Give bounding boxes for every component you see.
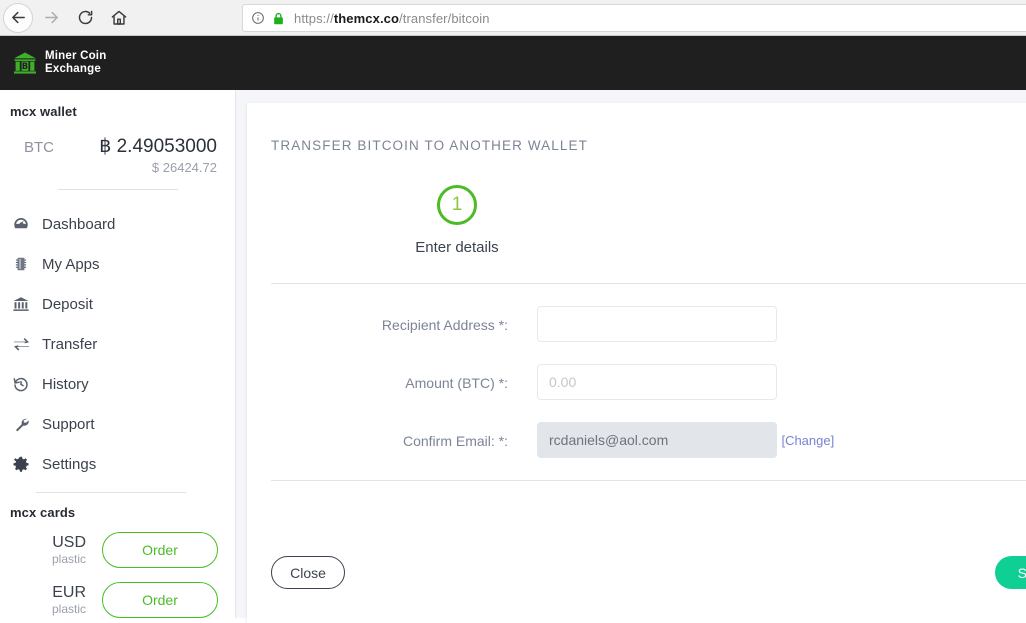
bank-bitcoin-icon: B <box>12 50 38 76</box>
sidebar-divider-top <box>58 189 178 190</box>
step-indicator-1: 1 <box>437 185 477 225</box>
back-button[interactable] <box>0 1 34 35</box>
brand-line-2: Exchange <box>45 63 106 76</box>
sidebar-item-label: Dashboard <box>42 216 115 233</box>
form-row-recipient: Recipient Address *: <box>247 306 1026 342</box>
back-button-ring[interactable] <box>3 3 33 33</box>
dashboard-gauge-icon <box>10 214 32 234</box>
form-row-email: Confirm Email: *: [Change] <box>247 422 1026 458</box>
brand-logo[interactable]: B Miner Coin Exchange <box>12 50 106 76</box>
confirm-email-label: Confirm Email: *: <box>247 422 508 449</box>
close-button[interactable]: Close <box>271 556 345 589</box>
arrow-right-icon <box>43 9 60 26</box>
history-clock-icon <box>10 374 32 394</box>
order-card-usd-button[interactable]: Order <box>102 532 218 568</box>
card-labels-eur: EUR plastic <box>38 584 86 616</box>
card-currency: USD <box>38 534 86 552</box>
padlock-icon[interactable] <box>272 11 285 26</box>
card-row-eur: EUR plastic Order <box>0 582 235 618</box>
amount-input[interactable] <box>537 364 777 400</box>
address-bar[interactable]: https://themcx.co/transfer/bitcoin <box>242 4 1026 32</box>
divider-top <box>271 283 1026 284</box>
reload-icon <box>77 9 94 26</box>
transfer-form: Recipient Address *: Amount (BTC) *: Con… <box>247 306 1026 458</box>
wallet-section-title: mcx wallet <box>10 104 235 119</box>
page-title: TRANSFER BITCOIN TO ANOTHER WALLET <box>271 138 1026 153</box>
sidebar-item-label: Settings <box>42 456 96 473</box>
url-scheme: https:// <box>294 11 334 26</box>
amount-label: Amount (BTC) *: <box>247 364 508 391</box>
arrow-left-icon <box>10 9 27 26</box>
recipient-address-input[interactable] <box>537 306 777 342</box>
form-actions: Close Send <box>247 543 1026 613</box>
brand-text: Miner Coin Exchange <box>45 50 106 76</box>
balance-btc-amount: ฿ 2.49053000 <box>99 135 217 158</box>
wallet-balance: BTC ฿ 2.49053000 $ 26424.72 <box>0 135 235 175</box>
sidebar-item-transfer[interactable]: Transfer <box>0 324 235 364</box>
confirm-email-input <box>537 422 777 458</box>
sidebar-item-label: History <box>42 376 89 393</box>
sidebar-item-my-apps[interactable]: My Apps <box>0 244 235 284</box>
stepper: 1 Enter details <box>247 185 667 256</box>
sidebar-item-label: Transfer <box>42 336 97 353</box>
exchange-arrows-icon <box>10 334 32 354</box>
sidebar-divider-cards <box>36 492 186 493</box>
app-header: B Miner Coin Exchange <box>0 36 1026 90</box>
card-labels-usd: USD plastic <box>38 534 86 566</box>
transfer-card: TRANSFER BITCOIN TO ANOTHER WALLET 1 Ent… <box>247 103 1026 623</box>
home-icon <box>110 9 128 27</box>
btc-symbol: ฿ <box>99 136 111 157</box>
card-type: plastic <box>38 602 86 616</box>
url-text: https://themcx.co/transfer/bitcoin <box>294 11 490 26</box>
divider-bottom <box>271 480 1026 481</box>
wrench-icon <box>10 414 32 434</box>
sidebar-item-support[interactable]: Support <box>0 404 235 444</box>
gear-icon <box>10 454 32 474</box>
sidebar-item-history[interactable]: History <box>0 364 235 404</box>
cards-section-title: mcx cards <box>10 505 235 520</box>
sidebar-item-dashboard[interactable]: Dashboard <box>0 204 235 244</box>
card-currency: EUR <box>38 584 86 602</box>
send-button[interactable]: Send <box>995 556 1026 589</box>
reload-button[interactable] <box>68 1 102 35</box>
sidebar-item-label: Support <box>42 416 95 433</box>
btc-amount: 2.49053000 <box>117 136 217 157</box>
recipient-address-label: Recipient Address *: <box>247 306 508 333</box>
browser-toolbar: https://themcx.co/transfer/bitcoin <box>0 0 1026 36</box>
balance-usd-amount: $ 26424.72 <box>99 160 217 175</box>
order-card-eur-button[interactable]: Order <box>102 582 218 618</box>
url-path: /transfer/bitcoin <box>399 11 490 26</box>
sidebar-item-settings[interactable]: Settings <box>0 444 235 484</box>
sidebar-item-label: Deposit <box>42 296 93 313</box>
balance-currency-label: BTC <box>24 139 76 156</box>
page-body: mcx wallet BTC ฿ 2.49053000 $ 26424.72 D… <box>0 90 1026 618</box>
step-label: Enter details <box>247 239 667 256</box>
forward-button[interactable] <box>34 1 68 35</box>
url-host: themcx.co <box>334 11 399 26</box>
sidebar-item-deposit[interactable]: Deposit <box>0 284 235 324</box>
bank-icon <box>10 294 32 314</box>
info-circle-icon[interactable] <box>251 11 265 25</box>
card-type: plastic <box>38 552 86 566</box>
sidebar: mcx wallet BTC ฿ 2.49053000 $ 26424.72 D… <box>0 90 236 618</box>
sidebar-item-label: My Apps <box>42 256 100 273</box>
home-button[interactable] <box>102 1 136 35</box>
sidebar-nav: Dashboard <box>0 204 235 484</box>
svg-text:B: B <box>22 61 28 71</box>
brand-line-1: Miner Coin <box>45 50 106 63</box>
change-email-link[interactable]: [Change] <box>781 433 834 448</box>
chip-icon <box>10 254 32 274</box>
card-row-usd: USD plastic Order <box>0 532 235 568</box>
form-row-amount: Amount (BTC) *: <box>247 364 1026 400</box>
